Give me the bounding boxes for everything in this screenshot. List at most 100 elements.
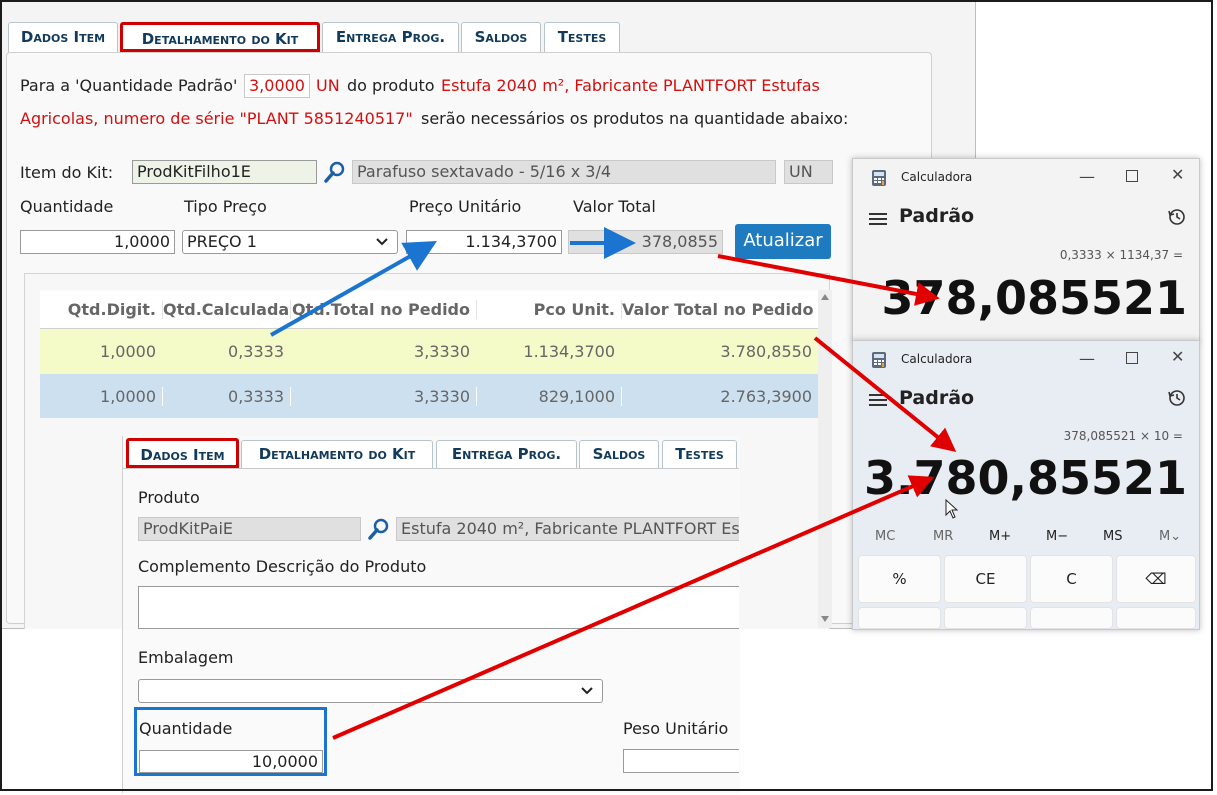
total-value-field: 378,0855 [568, 230, 723, 254]
unit-price-label: Preço Unitário [409, 197, 522, 216]
sub-tab-bar: Dados Item Detalhamento do Kit Entrega P… [122, 437, 739, 471]
history-icon[interactable] [1167, 388, 1187, 412]
price-type-label: Tipo Preço [184, 197, 267, 216]
sub-tab-testes[interactable]: Testes [662, 440, 737, 468]
col-header-qtd-calculada[interactable]: Qtd.Calculada [162, 300, 290, 319]
calculator-title: Calculadora [901, 170, 973, 184]
close-icon[interactable]: ✕ [1171, 347, 1184, 366]
price-type-select[interactable]: PREÇO 1 [182, 230, 398, 254]
calculator-expression: 0,3333 × 1134,37 = [1059, 248, 1183, 262]
intro-text-2: do produto [347, 76, 435, 95]
packaging-label: Embalagem [138, 648, 234, 667]
clear-entry-key[interactable]: CE [944, 555, 1027, 603]
search-icon[interactable] [367, 517, 391, 541]
cell-qtd-total: 3,3330 [290, 387, 476, 406]
cell-qtd-calculada: 0,3333 [162, 387, 290, 406]
product-name-part2: Agricolas, numero de série "PLANT 585124… [20, 109, 413, 128]
standard-qty-value: 3,0000 [244, 74, 310, 98]
memory-clear-button[interactable]: MC [875, 529, 895, 544]
standard-qty-unit: UN [316, 76, 340, 95]
quantity-label: Quantidade [20, 197, 114, 216]
tab-detalhamento-kit[interactable]: Detalhamento do Kit [120, 22, 320, 52]
parent-quantity-label: Quantidade [139, 719, 233, 738]
complement-textarea[interactable] [138, 586, 739, 629]
memory-subtract-button[interactable]: M− [1046, 529, 1068, 544]
maximize-icon[interactable] [1126, 170, 1138, 182]
sub-tab-dados-item[interactable]: Dados Item [126, 438, 239, 468]
intro-text-3: serão necessários os produtos na quantid… [421, 109, 849, 128]
square-root-key[interactable] [1030, 607, 1113, 629]
tab-saldos[interactable]: Saldos [461, 22, 541, 52]
clear-key[interactable]: C [1030, 555, 1113, 603]
calculator-window-2: Calculadora — ✕ Padrão 378,085521 × 10 =… [852, 340, 1200, 630]
sub-tab-saldos[interactable]: Saldos [579, 440, 659, 468]
mouse-cursor-icon [945, 498, 959, 523]
product-name-part1: Estufa 2040 m², Fabricante PLANTFORT Est… [441, 76, 820, 95]
menu-icon[interactable] [869, 392, 887, 411]
sub-tab-entrega-prog[interactable]: Entrega Prog. [436, 440, 577, 468]
unit-weight-input[interactable] [623, 749, 739, 773]
packaging-select[interactable] [138, 679, 603, 703]
quantity-input[interactable]: 1,0000 [20, 230, 175, 254]
calculator-mode: Padrão [899, 387, 975, 409]
percent-key[interactable]: % [858, 555, 941, 603]
tab-dados-item[interactable]: Dados Item [8, 22, 118, 52]
complement-label: Complemento Descrição do Produto [138, 557, 427, 576]
total-value-label: Valor Total [573, 197, 656, 216]
chevron-down-icon [580, 680, 594, 702]
cell-qtd-total: 3,3330 [414, 342, 470, 361]
kit-item-description: Parafuso sextavado - 5/16 x 3/4 [352, 160, 776, 184]
update-button[interactable]: Atualizar [735, 224, 831, 259]
maximize-icon[interactable] [1126, 352, 1138, 364]
calculator-display: 3.780,85521 [863, 451, 1187, 505]
memory-add-button[interactable]: M+ [989, 529, 1011, 544]
history-icon[interactable] [1167, 207, 1187, 231]
sub-tab-divider [123, 468, 739, 469]
memory-store-button[interactable]: MS [1103, 529, 1122, 544]
cell-qtd-digit: 1,0000 [100, 387, 156, 406]
unit-price-input[interactable]: 1.134,3700 [406, 230, 562, 254]
memory-row: MC MR M+ M− MS M⌄ [853, 529, 1199, 545]
kit-items-table: Qtd.Digit. Qtd.Calculada Qtd.Total no Pe… [40, 290, 818, 418]
backspace-key[interactable]: ⌫ [1116, 555, 1196, 603]
kit-item-unit: UN [784, 160, 833, 184]
col-header-valor-total[interactable]: Valor Total no Pedido [621, 300, 818, 319]
minimize-icon[interactable]: — [1079, 349, 1095, 368]
col-header-pco-unit[interactable]: Pco Unit. [476, 300, 621, 319]
calculator-app-icon [871, 351, 887, 369]
calculator-app-icon [871, 169, 887, 187]
product-description-field: Estufa 2040 m², Fabricante PLANTFORT Es [396, 517, 739, 541]
tab-entrega-prog[interactable]: Entrega Prog. [322, 22, 459, 52]
cell-qtd-calculada: 0,3333 [228, 342, 284, 361]
memory-recall-button[interactable]: MR [933, 529, 953, 544]
grid-scrollbar[interactable] [818, 290, 832, 628]
col-header-qtd-total[interactable]: Qtd.Total no Pedido [290, 300, 476, 319]
table-row[interactable]: 1,0000 0,3333 3,3330 829,1000 2.763,3900 [40, 374, 818, 418]
cell-pco-unit: 1.134,3700 [523, 342, 615, 361]
table-row[interactable]: 1,0000 0,3333 3,3330 1.134,3700 3.780,85… [40, 329, 818, 374]
square-key[interactable] [944, 607, 1027, 629]
calculator-expression: 378,085521 × 10 = [1063, 429, 1183, 443]
search-icon[interactable] [323, 160, 347, 184]
price-type-selected: PREÇO 1 [187, 232, 257, 251]
divide-key[interactable] [1116, 607, 1196, 629]
sub-tab-detalhamento-kit[interactable]: Detalhamento do Kit [241, 440, 433, 468]
close-icon[interactable]: ✕ [1171, 165, 1184, 184]
menu-icon[interactable] [869, 211, 887, 230]
kit-item-code-input[interactable]: ProdKitFilho1E [132, 160, 317, 184]
calculator-window-1: Calculadora — ✕ Padrão 0,3333 × 1134,37 … [852, 158, 1200, 342]
chevron-down-icon [375, 231, 389, 253]
calculator-mode: Padrão [899, 205, 975, 227]
product-label: Produto [138, 488, 200, 507]
calculator-title: Calculadora [901, 352, 973, 366]
cell-qtd-digit: 1,0000 [100, 342, 156, 361]
minimize-icon[interactable]: — [1079, 167, 1095, 186]
reciprocal-key[interactable] [858, 607, 941, 629]
parent-quantity-input[interactable]: 10,0000 [139, 750, 323, 773]
product-code-field: ProdKitPaiE [138, 517, 361, 541]
tab-testes[interactable]: Testes [544, 22, 620, 52]
memory-list-button[interactable]: M⌄ [1159, 529, 1181, 544]
unit-weight-label: Peso Unitário [623, 719, 729, 738]
col-header-qtd-digit[interactable]: Qtd.Digit. [40, 300, 162, 319]
table-header: Qtd.Digit. Qtd.Calculada Qtd.Total no Pe… [40, 290, 818, 329]
